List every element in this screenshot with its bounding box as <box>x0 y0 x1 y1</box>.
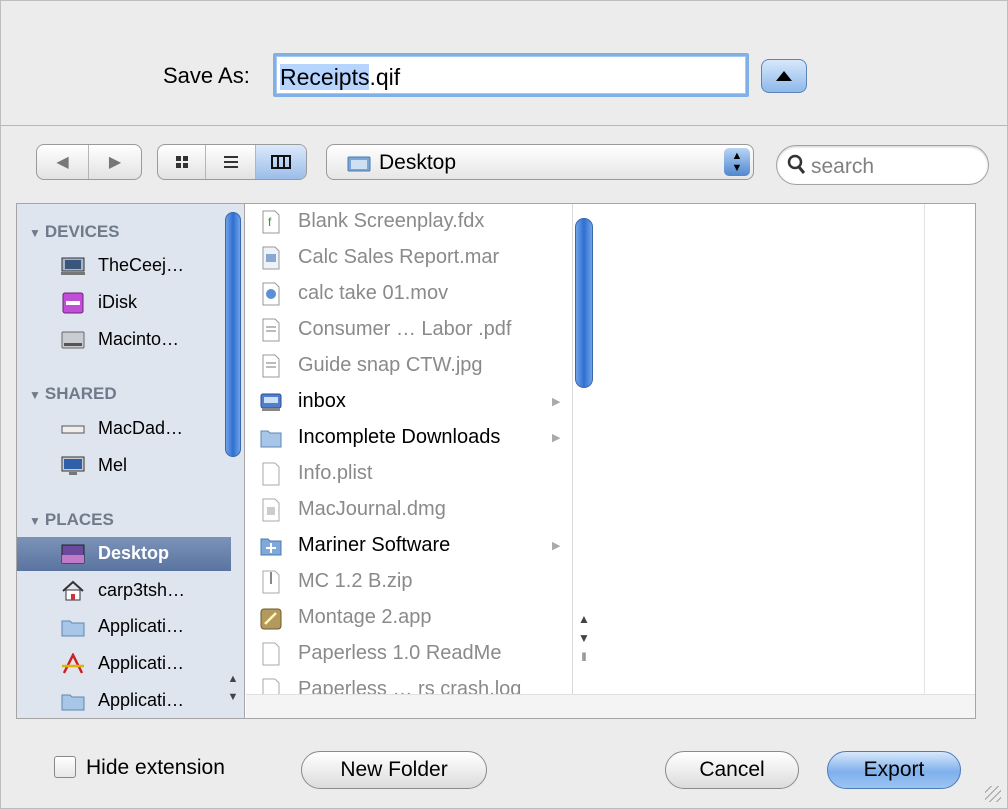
export-button[interactable]: Export <box>827 751 961 789</box>
disk-image-file-icon <box>262 498 280 522</box>
sidebar-item-applications-3[interactable]: Applicati… <box>17 684 231 718</box>
computer-icon <box>61 257 85 275</box>
sidebar-item-desktop[interactable]: Desktop <box>17 537 231 571</box>
search-icon <box>787 154 806 174</box>
home-icon <box>62 580 84 601</box>
location-label: Desktop <box>379 151 457 174</box>
idisk-icon <box>62 292 84 314</box>
disclosure-triangle-icon: ▼ <box>29 514 41 528</box>
file-row[interactable]: Mariner Software ▶ <box>246 528 560 564</box>
file-row[interactable]: Guide snap CTW.jpg <box>246 348 556 384</box>
desktop-icon <box>61 544 85 564</box>
sidebar-header-devices[interactable]: ▼ DEVICES <box>29 222 120 242</box>
file-row[interactable]: calc take 01.mov <box>246 276 556 312</box>
image-file-icon <box>262 354 280 378</box>
hide-extension-label[interactable]: Hide extension <box>86 756 225 780</box>
sidebar-item-home[interactable]: carp3tsh… <box>17 574 231 608</box>
file-row[interactable]: f Blank Screenplay.fdx <box>246 204 556 240</box>
plist-file-icon <box>262 462 280 486</box>
collapse-arrow-icon <box>776 71 792 81</box>
hide-extension-checkbox[interactable] <box>54 756 76 778</box>
inbox-folder-icon <box>260 393 282 411</box>
sidebar-item-applications-1[interactable]: Applicati… <box>17 610 231 644</box>
new-folder-button[interactable]: New Folder <box>301 751 487 789</box>
save-as-row: Save As: Receipts.qif <box>1 51 1008 101</box>
search-field[interactable]: search <box>776 145 989 185</box>
sidebar-item-mel[interactable]: Mel <box>17 449 231 483</box>
folder-icon <box>260 430 282 448</box>
sidebar-item-computer[interactable]: TheCeej… <box>17 249 231 283</box>
sidebar-item-applications-2[interactable]: Applicati… <box>17 647 231 681</box>
save-as-label: Save As: <box>163 63 250 88</box>
app-folder-icon <box>260 538 282 556</box>
list-view-icon <box>223 156 238 168</box>
network-server-icon <box>61 425 85 434</box>
applications-icon <box>62 653 84 674</box>
sidebar-header-places[interactable]: ▼ PLACES <box>29 510 114 530</box>
file-column-scroll-arrows[interactable]: ▲ ▼ ǁ <box>573 610 595 667</box>
disclosure-arrow-icon: ▶ <box>552 432 561 444</box>
back-arrow-icon: ◀ <box>56 154 69 171</box>
disclosure-arrow-icon: ▶ <box>552 540 561 552</box>
hard-drive-icon <box>61 331 85 349</box>
expand-dialog-button[interactable] <box>761 59 807 93</box>
movie-file-icon <box>262 282 280 306</box>
location-popup-arrows-icon: ▲ ▼ <box>724 148 750 176</box>
filename-selected-text: Receipts <box>280 64 370 90</box>
file-row[interactable]: inbox ▶ <box>246 384 560 420</box>
file-row[interactable]: Info.plist <box>246 456 556 492</box>
sidebar-item-macdaddy[interactable]: MacDad… <box>17 412 231 446</box>
filename-field[interactable]: Receipts.qif <box>273 53 749 97</box>
disclosure-triangle-icon: ▼ <box>29 226 41 240</box>
file-row[interactable]: Paperless 1.0 ReadMe <box>246 636 556 672</box>
horizontal-scrollbar[interactable] <box>246 694 975 718</box>
separator <box>1 125 1008 126</box>
file-row[interactable]: Incomplete Downloads ▶ <box>246 420 560 456</box>
disclosure-arrow-icon: ▶ <box>552 396 561 408</box>
monitor-icon <box>61 456 85 475</box>
icon-view-button[interactable] <box>158 145 206 179</box>
icon-view-icon <box>175 156 188 168</box>
save-dialog: Save As: Receipts.qif ◀ ▶ Desktop ▲ ▼ sea… <box>0 0 1008 809</box>
file-column-scrollbar-thumb[interactable] <box>575 218 593 388</box>
zip-file-icon <box>262 570 280 594</box>
folder-icon <box>61 620 85 637</box>
list-view-button[interactable] <box>206 145 256 179</box>
file-column: f Blank Screenplay.fdx Calc Sales Report… <box>246 204 573 718</box>
screenplay-file-icon: f <box>262 210 280 234</box>
sidebar-header-shared[interactable]: ▼ SHARED <box>29 384 117 404</box>
search-placeholder: search <box>811 155 875 178</box>
back-forward-control: ◀ ▶ <box>36 144 142 180</box>
back-button[interactable]: ◀ <box>37 145 89 179</box>
file-row[interactable]: MC 1.2 B.zip <box>246 564 556 600</box>
disclosure-triangle-icon: ▼ <box>29 388 41 402</box>
cancel-button[interactable]: Cancel <box>665 751 799 789</box>
sidebar: ▼ DEVICES TheCeej… iDisk Macinto… ▼ SHARED… <box>17 204 245 718</box>
pdf-file-icon <box>262 318 280 342</box>
document-file-icon <box>262 246 280 270</box>
filename-extension-text: .qif <box>369 64 401 90</box>
forward-button[interactable]: ▶ <box>89 145 141 179</box>
folder-icon <box>61 694 85 711</box>
desktop-folder-icon <box>347 156 371 172</box>
text-file-icon <box>262 642 280 666</box>
file-row[interactable]: Montage 2.app <box>246 600 556 636</box>
preview-column <box>595 204 925 694</box>
column-view-icon <box>271 155 291 169</box>
forward-arrow-icon: ▶ <box>108 154 122 171</box>
sidebar-item-macintosh-hd[interactable]: Macinto… <box>17 323 231 357</box>
sidebar-scrollbar-thumb[interactable] <box>225 212 241 457</box>
file-row[interactable]: Calc Sales Report.mar <box>246 240 556 276</box>
file-row[interactable]: Consumer … Labor .pdf <box>246 312 556 348</box>
sidebar-item-idisk[interactable]: iDisk <box>17 286 231 320</box>
file-browser: ▼ DEVICES TheCeej… iDisk Macinto… ▼ SHARED… <box>16 203 976 719</box>
application-icon <box>260 608 282 630</box>
column-view-button[interactable] <box>256 145 306 179</box>
resize-grip-icon[interactable] <box>985 786 1001 802</box>
sidebar-scroll-arrows[interactable]: ▲ ▼ <box>223 670 243 706</box>
view-mode-control <box>157 144 307 180</box>
location-popup[interactable]: Desktop ▲ ▼ <box>326 144 754 180</box>
file-row[interactable]: MacJournal.dmg <box>246 492 556 528</box>
